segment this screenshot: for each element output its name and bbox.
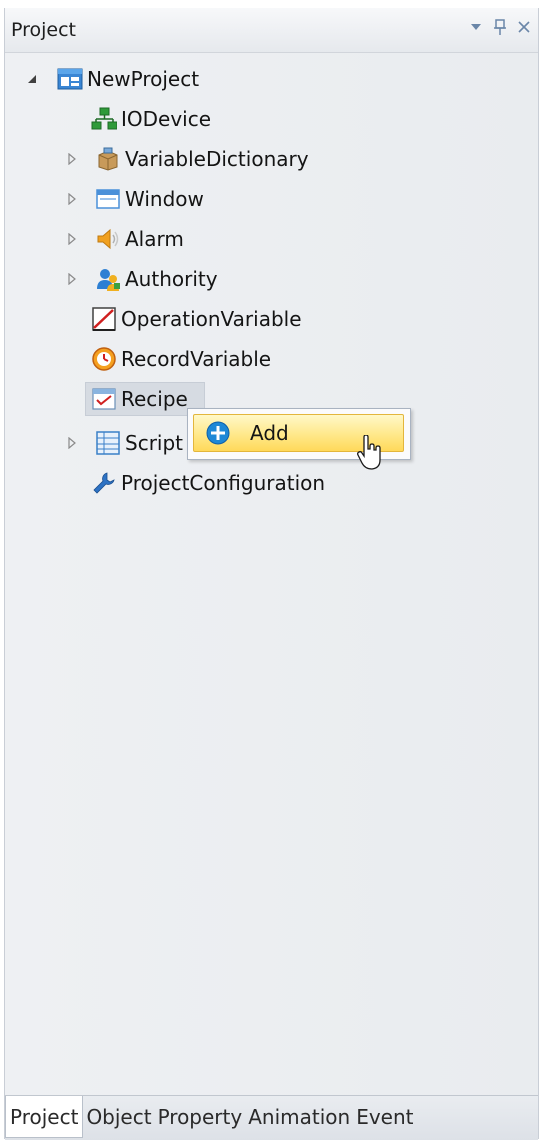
plus-circle-icon [206, 421, 230, 445]
tree-node-label: ProjectConfiguration [121, 471, 326, 495]
tree-node-label: IODevice [121, 107, 212, 131]
tree-node-label: RecordVariable [121, 347, 272, 371]
speaker-icon [95, 226, 121, 252]
tree-node-recordvariable[interactable]: RecordVariable [91, 342, 271, 376]
tree-node-label: Recipe [121, 387, 188, 411]
titlebar-controls [468, 18, 532, 36]
chart-line-icon [91, 306, 117, 332]
tab-event[interactable]: Event [353, 1096, 416, 1138]
tree-node-label: Script [125, 431, 184, 455]
tree-node-newproject[interactable]: NewProject [25, 62, 199, 96]
tree-node-label: Window [125, 187, 204, 211]
menu-item-label: Add [250, 421, 289, 445]
project-panel: Project NewProject IODevice VariableDict… [4, 8, 539, 1140]
project-window-icon [57, 66, 83, 92]
dropdown-icon[interactable] [468, 18, 484, 36]
expand-arrow-icon[interactable] [65, 272, 79, 286]
tree-node-projectconfiguration[interactable]: ProjectConfiguration [91, 466, 325, 500]
tree-node-label: OperationVariable [121, 307, 302, 331]
tree-node-window[interactable]: Window [65, 182, 204, 216]
tree-node-operationvariable[interactable]: OperationVariable [91, 302, 302, 336]
tree-node-alarm[interactable]: Alarm [65, 222, 184, 256]
tab-object[interactable]: Object [83, 1096, 154, 1138]
network-icon [91, 106, 118, 132]
script-icon [95, 430, 121, 456]
tab-animation[interactable]: Animation [245, 1096, 353, 1138]
clock-icon [91, 346, 117, 372]
tree-node-label: VariableDictionary [125, 147, 309, 171]
tree-node-authority[interactable]: Authority [65, 262, 218, 296]
panel-title: Project [11, 19, 77, 41]
tab-property[interactable]: Property [155, 1096, 246, 1138]
tree-node-label: NewProject [87, 67, 200, 91]
box-icon [95, 146, 121, 172]
expand-arrow-icon[interactable] [65, 232, 79, 246]
window-icon [95, 186, 121, 212]
tree-node-iodevice[interactable]: IODevice [91, 102, 211, 136]
tab-project[interactable]: Project [5, 1096, 84, 1138]
pin-icon[interactable] [492, 18, 508, 36]
collapse-arrow-icon[interactable] [25, 72, 39, 86]
users-icon [95, 266, 121, 292]
tree-node-script[interactable]: Script [65, 426, 183, 460]
mouse-cursor-icon [357, 434, 383, 471]
close-icon[interactable] [516, 18, 532, 36]
expand-arrow-icon[interactable] [65, 192, 79, 206]
tree-node-variabledictionary[interactable]: VariableDictionary [65, 142, 309, 176]
bottom-tab-bar: Project Object Property Animation Event [5, 1095, 538, 1140]
recipe-icon [91, 386, 117, 412]
tree-node-label: Authority [125, 267, 218, 291]
tree-node-recipe[interactable]: Recipe [91, 382, 188, 416]
panel-titlebar: Project [5, 8, 538, 53]
expand-arrow-icon[interactable] [65, 436, 79, 450]
tree-node-label: Alarm [125, 227, 184, 251]
expand-arrow-icon[interactable] [65, 152, 79, 166]
wrench-icon [91, 470, 117, 496]
